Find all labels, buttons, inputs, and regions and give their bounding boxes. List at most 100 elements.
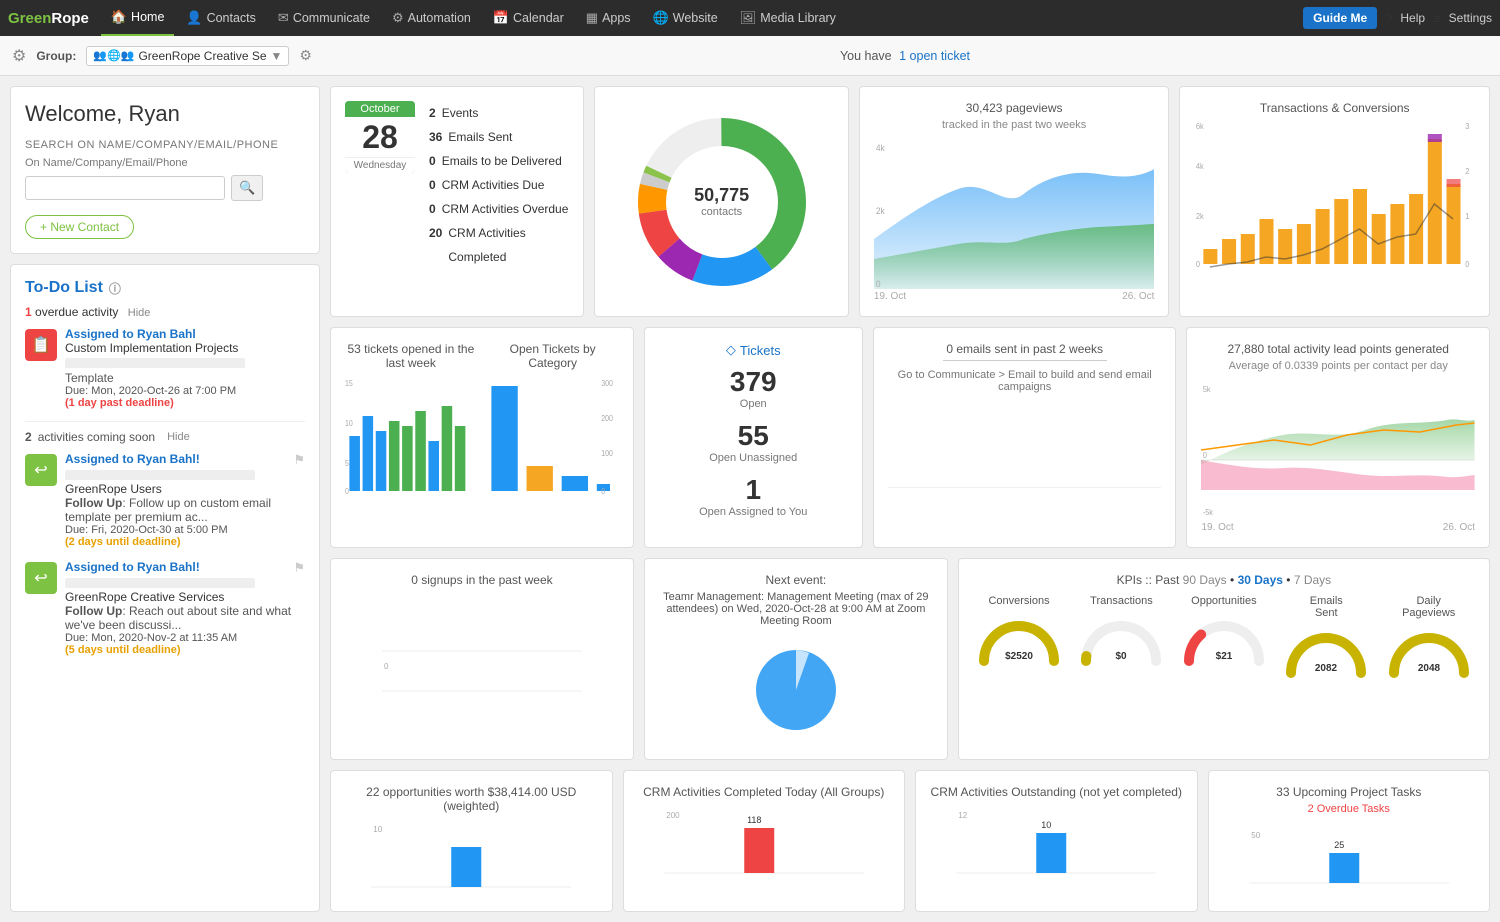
- tickets-bar-left: 53 tickets opened in the last week 15: [345, 342, 477, 496]
- main-content: Welcome, Ryan SEARCH On Name/Company/Ema…: [0, 76, 1500, 922]
- transactions-chart: 6k 4k 2k 0 3 2 1 0: [1194, 119, 1475, 279]
- svg-text:10: 10: [373, 825, 382, 834]
- tickets-assigned-you-num: 1: [659, 474, 848, 506]
- activity-due: Due: Mon, 2020-Oct-26 at 7:00 PM: [65, 385, 305, 397]
- events-list: 2Events 36Emails Sent 0Emails to be Deli…: [429, 101, 569, 269]
- bot-row: 0 signups in the past week 0 Next event:…: [330, 558, 1490, 760]
- lead-points-x-right: 26. Oct: [1443, 522, 1475, 533]
- kpi-section-card: KPIs :: Past 90 Days • 30 Days • 7 Days …: [958, 558, 1490, 760]
- svg-text:-5k: -5k: [1203, 508, 1213, 517]
- overdue-header: 1 overdue activity Hide: [25, 305, 305, 319]
- svg-text:2048: 2048: [1418, 663, 1441, 674]
- coming-soon-assigned-2[interactable]: Assigned to Ryan Bahl!: [65, 560, 200, 576]
- nav-home[interactable]: 🏠 Home: [101, 0, 175, 36]
- nav-website[interactable]: 🌐 Website: [643, 0, 728, 36]
- event-label-5: CRM Activities Completed: [448, 221, 569, 269]
- donut-container: 50,775 contacts: [622, 102, 822, 302]
- activity-blurred-1: [65, 358, 245, 368]
- activity-assigned[interactable]: Assigned to Ryan Bahl: [65, 327, 305, 341]
- nav-communicate[interactable]: ✉ Communicate: [268, 0, 380, 36]
- search-button[interactable]: 🔍: [231, 175, 263, 201]
- opportunities-card: 22 opportunities worth $38,414.00 USD (w…: [330, 770, 613, 912]
- cs-blurred-1: [65, 470, 255, 480]
- overdue-count: 1: [25, 305, 32, 319]
- tickets-assigned-you-label: Open Assigned to You: [659, 506, 848, 518]
- kpi-30-days[interactable]: 30 Days: [1238, 573, 1287, 587]
- guide-me-button[interactable]: Guide Me: [1303, 7, 1377, 29]
- tickets-link[interactable]: ◇ Tickets: [659, 342, 848, 358]
- coming-soon-header: 2 activities coming soon Hide: [25, 430, 305, 444]
- nav-apps[interactable]: ▦ Apps: [576, 0, 641, 36]
- lead-points-subtitle: Average of 0.0339 points per contact per…: [1201, 360, 1475, 372]
- nav-automation[interactable]: ⚙ Automation: [382, 0, 481, 36]
- kpi-transactions-gauge: $0: [1076, 611, 1166, 666]
- top-row: October 28 Wednesday 2Events 36Emails Se…: [330, 86, 1490, 317]
- open-ticket-link[interactable]: 1 open ticket: [899, 49, 970, 63]
- next-event-donut: [659, 635, 933, 745]
- kpi-90-days[interactable]: 90 Days: [1183, 573, 1230, 587]
- contacts-donut-card: 50,775 contacts: [594, 86, 848, 317]
- lead-points-axis: 19. Oct 26. Oct: [1201, 522, 1475, 533]
- crm-outstanding-card: CRM Activities Outstanding (not yet comp…: [915, 770, 1198, 912]
- svg-text:$21: $21: [1216, 651, 1233, 662]
- tickets-open-num: 379: [659, 366, 848, 398]
- nav-media-library[interactable]: 🖼 Media Library: [730, 0, 846, 36]
- crm-completed-card: CRM Activities Completed Today (All Grou…: [623, 770, 906, 912]
- overdue-activity-content: Assigned to Ryan Bahl Custom Implementat…: [65, 327, 305, 409]
- flag-icon-1[interactable]: ⚑: [293, 452, 305, 468]
- group-selector[interactable]: 👥🌐👥 GreenRope Creative Se ▼: [86, 46, 289, 66]
- website-icon: 🌐: [653, 10, 669, 26]
- event-label-0: Events: [442, 101, 479, 125]
- kpi-opportunities: Opportunities $21: [1179, 595, 1269, 678]
- event-num-0: 2: [429, 101, 436, 125]
- settings-link[interactable]: Settings: [1449, 11, 1492, 25]
- new-contact-button[interactable]: + New Contact: [25, 215, 134, 239]
- automation-icon: ⚙: [392, 10, 404, 26]
- communicate-icon: ✉: [278, 10, 289, 26]
- project-tasks-card: 33 Upcoming Project Tasks 2 Overdue Task…: [1208, 770, 1491, 912]
- svg-text:0: 0: [601, 487, 605, 496]
- svg-text:15: 15: [345, 379, 353, 389]
- kpi-transactions: Transactions $0: [1076, 595, 1166, 678]
- next-event-card: Next event: Teamr Management: Management…: [644, 558, 948, 760]
- coming-soon-assigned-1[interactable]: Assigned to Ryan Bahl!: [65, 452, 200, 468]
- group-settings-icon[interactable]: ⚙: [299, 47, 312, 64]
- last-row: 22 opportunities worth $38,414.00 USD (w…: [330, 770, 1490, 912]
- logo-rope: Rope: [51, 10, 89, 27]
- svg-text:12: 12: [958, 811, 967, 820]
- nav-contacts[interactable]: 👤 Contacts: [176, 0, 266, 36]
- todo-info-icon[interactable]: ⓘ: [109, 280, 121, 297]
- next-event-description: Teamr Management: Management Meeting (ma…: [659, 591, 933, 627]
- tickets-unassigned-num: 55: [659, 420, 848, 452]
- svg-text:1: 1: [1466, 212, 1470, 221]
- tickets-opened-title: 53 tickets opened in the last week: [345, 342, 477, 370]
- search-input[interactable]: [25, 176, 225, 200]
- contacts-count: 50,775: [694, 185, 749, 206]
- welcome-card: Welcome, Ryan SEARCH On Name/Company/Ema…: [10, 86, 320, 254]
- opportunities-title: 22 opportunities worth $38,414.00 USD (w…: [345, 785, 598, 813]
- kpi-7-days[interactable]: 7 Days: [1294, 573, 1331, 587]
- tickets-unassigned-label: Open Unassigned: [659, 452, 848, 464]
- hide-overdue-link[interactable]: Hide: [128, 307, 151, 319]
- event-row-0: 2Events: [429, 101, 569, 125]
- svg-text:2k: 2k: [1196, 212, 1204, 221]
- toolbar: ⚙ Group: 👥🌐👥 GreenRope Creative Se ▼ ⚙ Y…: [0, 36, 1500, 76]
- email-stats-chart: [888, 401, 1162, 501]
- svg-text:118: 118: [747, 815, 761, 825]
- svg-text:0: 0: [1466, 260, 1470, 269]
- svg-text:0: 0: [345, 487, 349, 496]
- settings-gear-icon[interactable]: ⚙: [12, 46, 26, 66]
- kpi-dot-2: •: [1286, 573, 1290, 587]
- nav-calendar[interactable]: 📅 Calendar: [483, 0, 574, 36]
- hide-coming-soon-link[interactable]: Hide: [167, 431, 190, 443]
- menu-icon[interactable]: ≡: [1433, 11, 1441, 26]
- help-link[interactable]: Help: [1400, 11, 1425, 25]
- svg-text:4k: 4k: [1196, 162, 1204, 171]
- contacts-icon: 👤: [186, 10, 202, 26]
- logo[interactable]: GreenRope: [8, 10, 89, 27]
- svg-text:5: 5: [345, 459, 349, 469]
- event-num-1: 36: [429, 125, 442, 149]
- flag-icon-2[interactable]: ⚑: [293, 560, 305, 576]
- tickets-bar-chart: 15 10 5 0: [345, 376, 477, 496]
- svg-text:0: 0: [384, 662, 389, 671]
